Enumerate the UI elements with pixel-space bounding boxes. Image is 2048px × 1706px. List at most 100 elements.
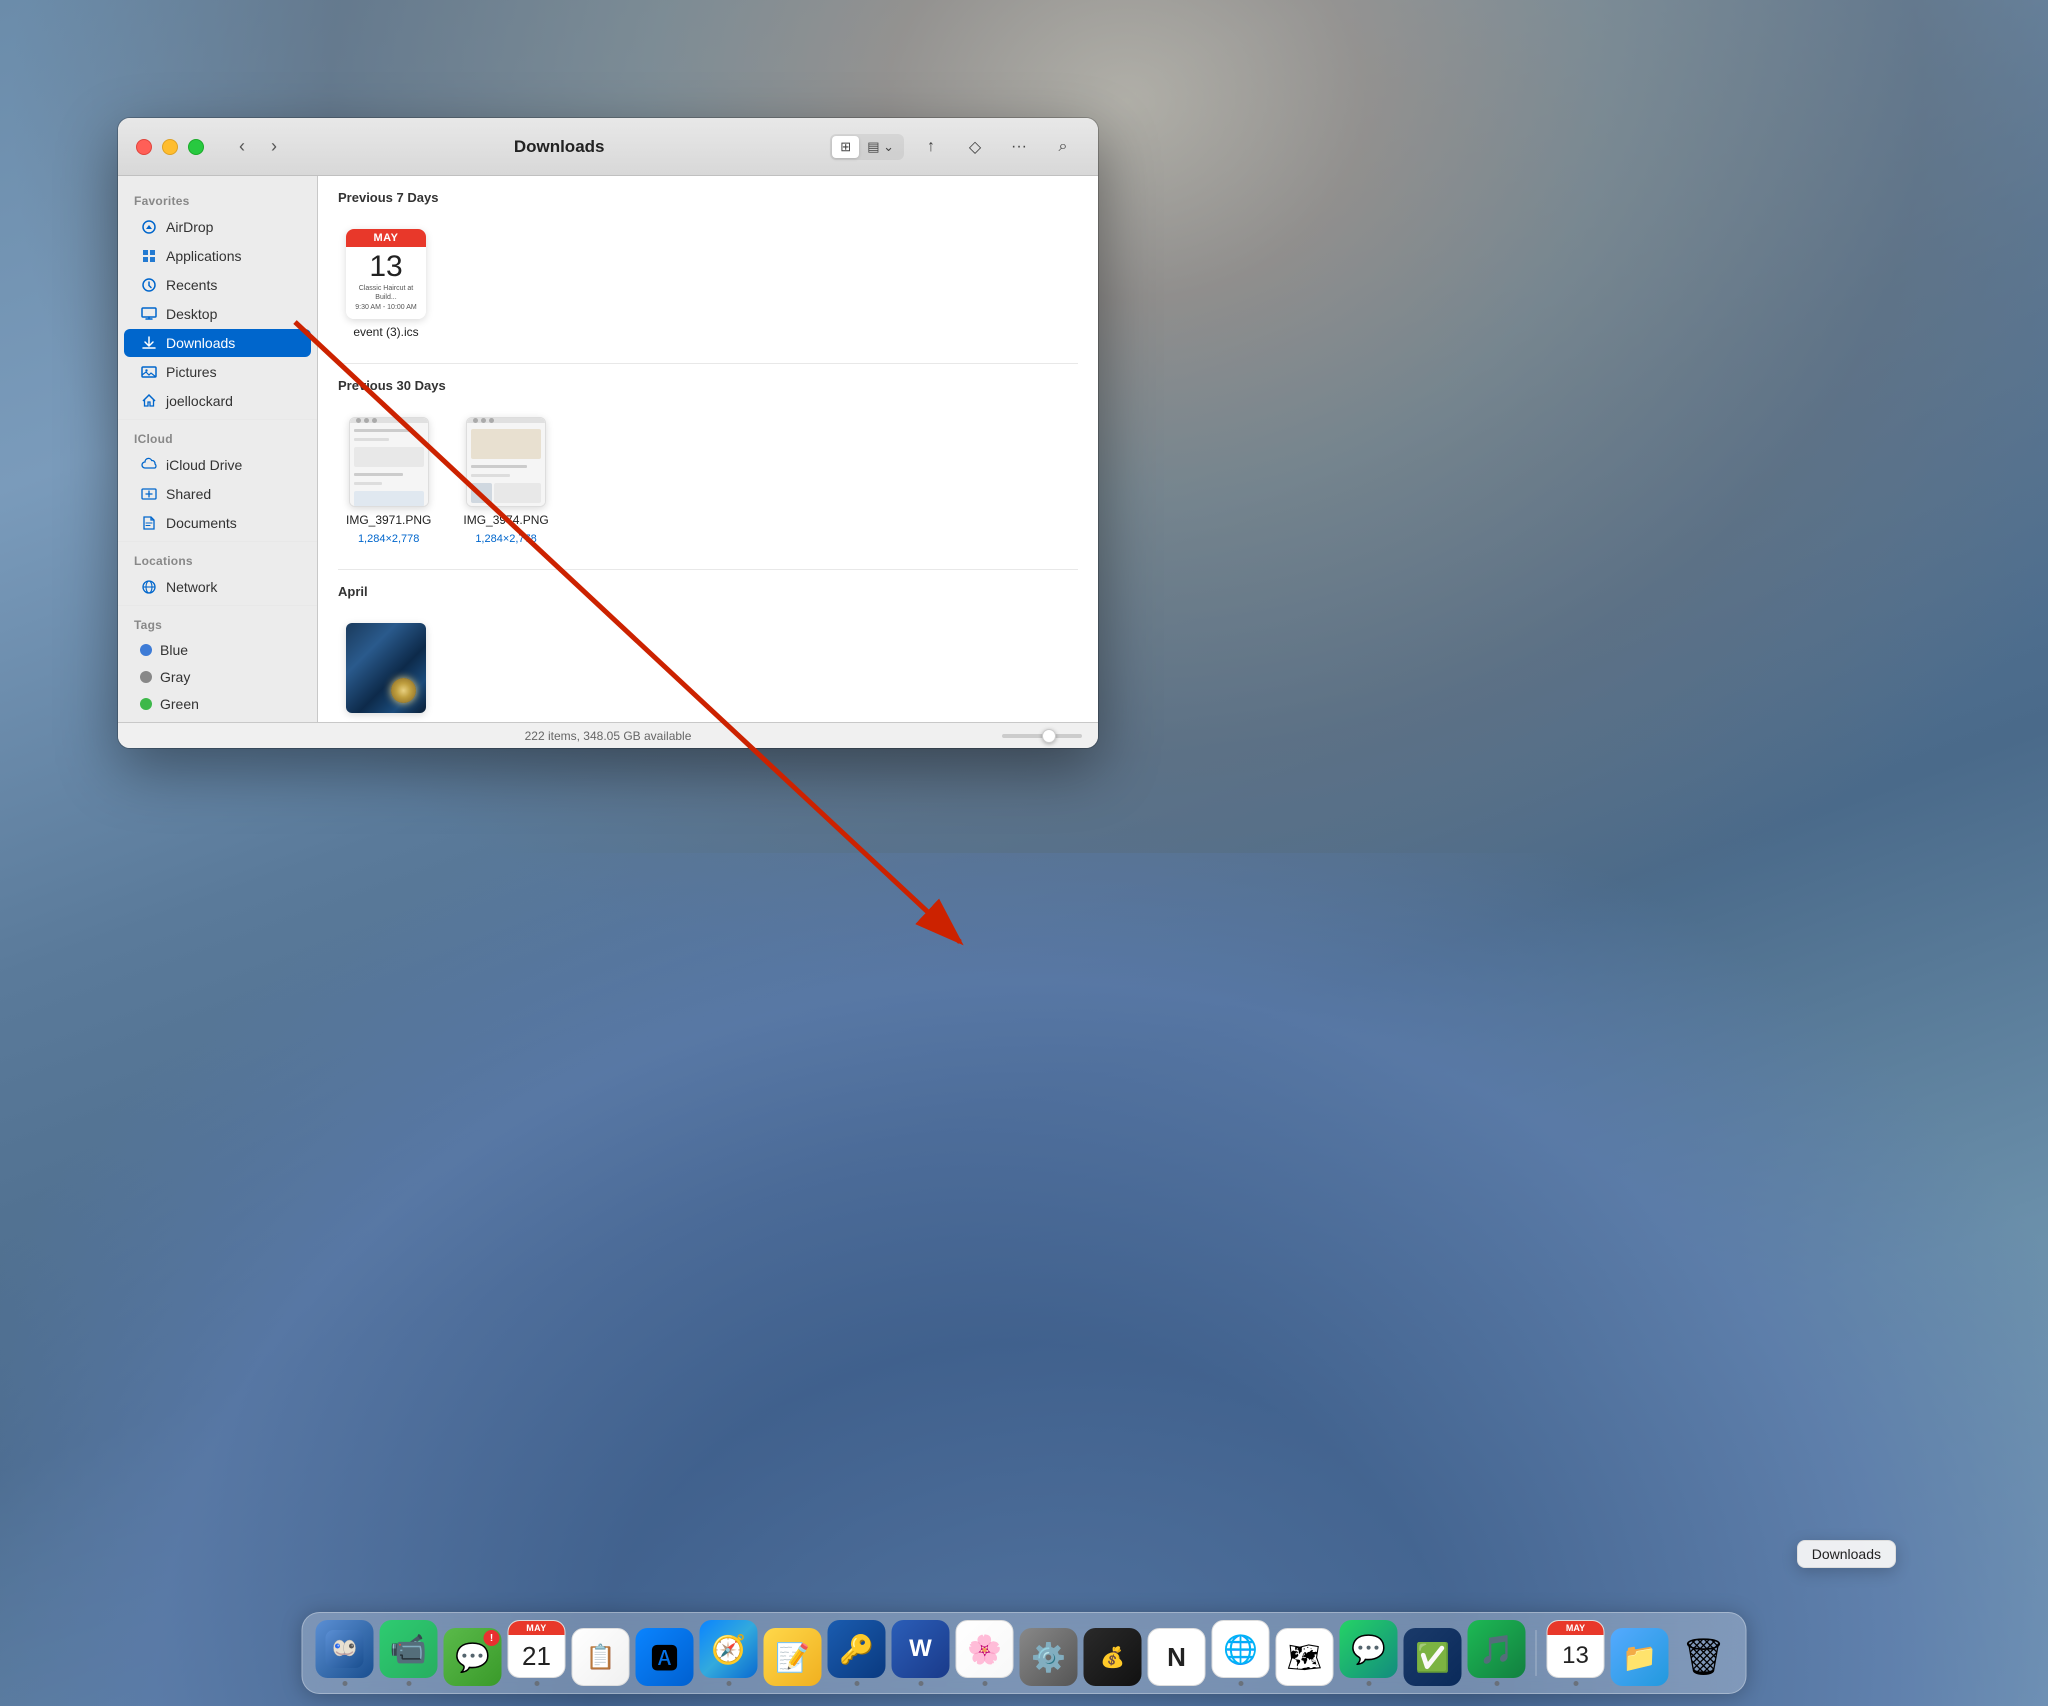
traffic-lights xyxy=(136,139,204,155)
forward-button[interactable]: › xyxy=(260,133,288,161)
dock-item-whatsapp[interactable]: 💬 xyxy=(1340,1620,1398,1686)
word-dock-icon: W xyxy=(892,1620,950,1678)
dock-indicator xyxy=(854,1681,859,1686)
main-content: Favorites AirDrop Applications Recents xyxy=(118,176,1098,722)
downloads-icon xyxy=(140,334,158,352)
shared-icon xyxy=(140,485,158,503)
file-item-april-photo[interactable] xyxy=(338,615,434,721)
trash-dock-icon: 🗑 xyxy=(1675,1628,1733,1686)
pictures-icon xyxy=(140,363,158,381)
cal-month: MAY xyxy=(346,229,426,247)
finder-dock-icon xyxy=(316,1620,374,1678)
sidebar-item-label: Network xyxy=(166,579,217,595)
dock-item-prefs[interactable]: ⚙️ xyxy=(1020,1628,1078,1686)
dock-item-reminders[interactable]: 📋 xyxy=(572,1628,630,1686)
docs-icon xyxy=(140,514,158,532)
minimize-button[interactable] xyxy=(162,139,178,155)
downloads-tooltip: Downloads xyxy=(1797,1540,1896,1568)
messages-dock-icon: 💬 ! xyxy=(444,1628,502,1686)
close-button[interactable] xyxy=(136,139,152,155)
dock-item-spotify[interactable]: 🎵 xyxy=(1468,1620,1526,1686)
tags-label: Tags xyxy=(118,610,317,636)
appstore-dock-icon: 🅰 xyxy=(636,1628,694,1686)
dock-item-notes[interactable]: 📝 xyxy=(764,1628,822,1686)
sidebar-item-gray[interactable]: Gray xyxy=(124,664,311,690)
file-item-img3971[interactable]: IMG_3971.PNG 1,284×2,778 xyxy=(338,409,439,553)
status-text: 222 items, 348.05 GB available xyxy=(525,729,692,743)
dock-item-pockity[interactable]: 💰 xyxy=(1084,1628,1142,1686)
dock-indicator xyxy=(982,1681,987,1686)
divider xyxy=(118,605,317,606)
prev30-files-grid: IMG_3971.PNG 1,284×2,778 xyxy=(318,401,1098,569)
sidebar-item-label: Blue xyxy=(160,642,188,658)
tag-button[interactable]: ◇ xyxy=(958,133,992,161)
dock-item-finder[interactable] xyxy=(316,1620,374,1686)
sidebar-item-airdrop[interactable]: AirDrop xyxy=(124,213,311,241)
dock-item-appstore[interactable]: 🅰 xyxy=(636,1628,694,1686)
list-view-button[interactable]: ▤ ⌄ xyxy=(859,136,902,158)
sidebar-item-home[interactable]: joellockard xyxy=(124,387,311,415)
dock-indicator xyxy=(406,1681,411,1686)
sidebar-item-label: Applications xyxy=(166,248,242,264)
dock-item-things[interactable]: ✅ xyxy=(1404,1628,1462,1686)
sidebar-item-blue[interactable]: Blue xyxy=(124,637,311,663)
locations-label: Locations xyxy=(118,546,317,572)
dock-item-maps[interactable]: 🗺 xyxy=(1276,1628,1334,1686)
maximize-button[interactable] xyxy=(188,139,204,155)
sidebar-item-label: Downloads xyxy=(166,335,235,351)
things-dock-icon: ✅ xyxy=(1404,1628,1462,1686)
safari-dock-icon: 🧭 xyxy=(700,1620,758,1678)
back-button[interactable]: ‹ xyxy=(228,133,256,161)
dock-item-photos[interactable]: 🌸 xyxy=(956,1620,1014,1686)
sidebar-item-green[interactable]: Green xyxy=(124,691,311,717)
dock-item-trash[interactable]: 🗑 xyxy=(1675,1628,1733,1686)
sidebar-item-label: Desktop xyxy=(166,306,217,322)
zoom-slider[interactable] xyxy=(1002,734,1082,738)
dock-indicator xyxy=(1366,1681,1371,1686)
file-item-img3974[interactable]: IMG_3974.PNG 1,284×2,778 xyxy=(455,409,556,553)
sidebar-item-network[interactable]: Network xyxy=(124,573,311,601)
file-item-event-ics[interactable]: MAY 13 Classic Haircut at Build...9:30 A… xyxy=(338,221,434,347)
sidebar-item-desktop[interactable]: Desktop xyxy=(124,300,311,328)
file-thumbnail-img3971 xyxy=(349,417,429,507)
calendar-file-icon: MAY 13 Classic Haircut at Build...9:30 A… xyxy=(346,229,426,319)
sidebar-item-label: Recents xyxy=(166,277,217,293)
section-header-april: April xyxy=(318,570,1098,607)
dock-item-word[interactable]: W xyxy=(892,1620,950,1686)
file-area: Previous 7 Days MAY 13 Classic Haircut a… xyxy=(318,176,1098,722)
dock-item-facetime[interactable]: 📹 xyxy=(380,1620,438,1686)
dock-item-calendar2[interactable]: MAY 13 xyxy=(1547,1620,1605,1686)
dock-item-notion[interactable]: N xyxy=(1148,1628,1206,1686)
search-button[interactable]: ⌕ xyxy=(1046,133,1080,161)
more-button[interactable]: ··· xyxy=(1002,133,1036,161)
facetime-dock-icon: 📹 xyxy=(380,1620,438,1678)
calendar2-dock-icon: MAY 13 xyxy=(1547,1620,1605,1678)
sidebar-item-downloads[interactable]: Downloads xyxy=(124,329,311,357)
section-header-prev7: Previous 7 Days xyxy=(318,176,1098,213)
sidebar-item-documents[interactable]: Documents xyxy=(124,509,311,537)
dock-item-onepassword[interactable]: 🔑 xyxy=(828,1620,886,1686)
divider xyxy=(118,541,317,542)
sidebar-item-label: Documents xyxy=(166,515,237,531)
dock-divider xyxy=(1536,1630,1537,1676)
grid-view-button[interactable]: ⊞ xyxy=(832,136,859,158)
dock-item-messages[interactable]: 💬 ! xyxy=(444,1628,502,1686)
sidebar-item-recents[interactable]: Recents xyxy=(124,271,311,299)
sidebar-item-icloud-drive[interactable]: iCloud Drive xyxy=(124,451,311,479)
dock-item-safari[interactable]: 🧭 xyxy=(700,1620,758,1686)
dock-item-files[interactable]: 📁 xyxy=(1611,1628,1669,1686)
file-name: IMG_3971.PNG xyxy=(346,513,431,527)
share-button[interactable]: ↑ xyxy=(914,133,948,161)
dock-indicator xyxy=(726,1681,731,1686)
sidebar-item-applications[interactable]: Applications xyxy=(124,242,311,270)
sidebar-item-pictures[interactable]: Pictures xyxy=(124,358,311,386)
sidebar-item-label: AirDrop xyxy=(166,219,213,235)
dock-item-calendar[interactable]: MAY 21 xyxy=(508,1620,566,1686)
prefs-dock-icon: ⚙️ xyxy=(1020,1628,1078,1686)
sidebar-item-shared[interactable]: Shared xyxy=(124,480,311,508)
dock-indicator xyxy=(1238,1681,1243,1686)
dock-item-chrome[interactable]: 🌐 xyxy=(1212,1620,1270,1686)
home-icon xyxy=(140,392,158,410)
notion-dock-icon: N xyxy=(1148,1628,1206,1686)
dock-indicator xyxy=(918,1681,923,1686)
